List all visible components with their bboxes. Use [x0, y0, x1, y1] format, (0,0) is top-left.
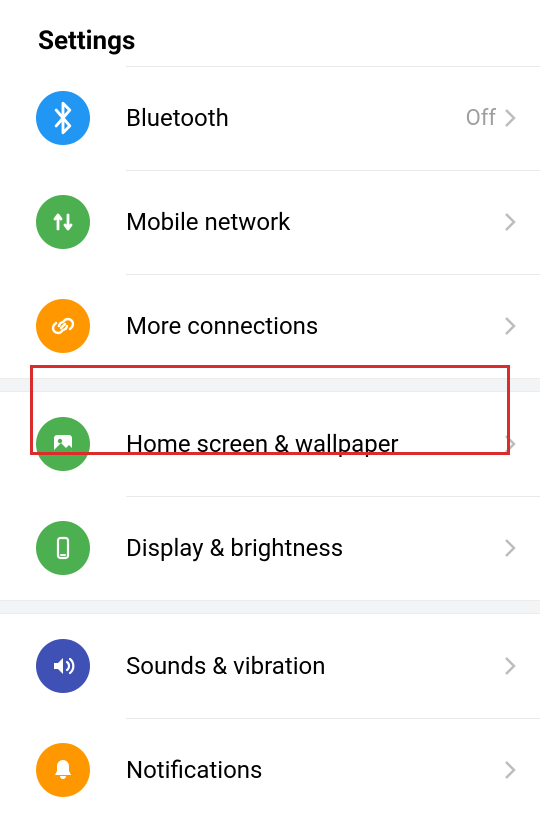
settings-group: Bluetooth Off Mobile network More connec…	[0, 66, 540, 378]
link-icon	[36, 299, 90, 353]
bell-icon	[36, 743, 90, 797]
divider	[126, 718, 540, 719]
divider	[126, 496, 540, 497]
settings-list: Settings Bluetooth Off Mobile network	[0, 0, 540, 822]
row-notifications[interactable]: Notifications	[0, 718, 540, 822]
display-icon	[36, 521, 90, 575]
settings-group: Home screen & wallpaper Display & bright…	[0, 392, 540, 600]
row-display-brightness[interactable]: Display & brightness	[0, 496, 540, 600]
bluetooth-icon	[36, 91, 90, 145]
row-label: Mobile network	[90, 208, 504, 236]
chevron-right-icon	[504, 316, 516, 336]
mobile-network-icon	[36, 195, 90, 249]
chevron-right-icon	[504, 656, 516, 676]
chevron-right-icon	[504, 108, 516, 128]
row-label: More connections	[90, 312, 504, 340]
divider	[126, 170, 540, 171]
row-label: Bluetooth	[90, 104, 466, 132]
row-mobile-network[interactable]: Mobile network	[0, 170, 540, 274]
divider	[126, 66, 540, 67]
wallpaper-icon	[36, 417, 90, 471]
row-label: Notifications	[90, 756, 504, 784]
divider	[126, 274, 540, 275]
chevron-right-icon	[504, 212, 516, 232]
settings-group: Sounds & vibration Notifications	[0, 614, 540, 822]
sound-icon	[36, 639, 90, 693]
row-more-connections[interactable]: More connections	[0, 274, 540, 378]
row-label: Home screen & wallpaper	[90, 430, 504, 458]
row-sounds-vibration[interactable]: Sounds & vibration	[0, 614, 540, 718]
row-value: Off	[466, 106, 496, 131]
chevron-right-icon	[504, 760, 516, 780]
chevron-right-icon	[504, 434, 516, 454]
row-label: Sounds & vibration	[90, 652, 504, 680]
row-bluetooth[interactable]: Bluetooth Off	[0, 66, 540, 170]
row-home-screen-wallpaper[interactable]: Home screen & wallpaper	[0, 392, 540, 496]
row-label: Display & brightness	[90, 534, 504, 562]
section-gap	[0, 600, 540, 614]
page-title: Settings	[0, 0, 540, 56]
section-gap	[0, 378, 540, 392]
chevron-right-icon	[504, 538, 516, 558]
